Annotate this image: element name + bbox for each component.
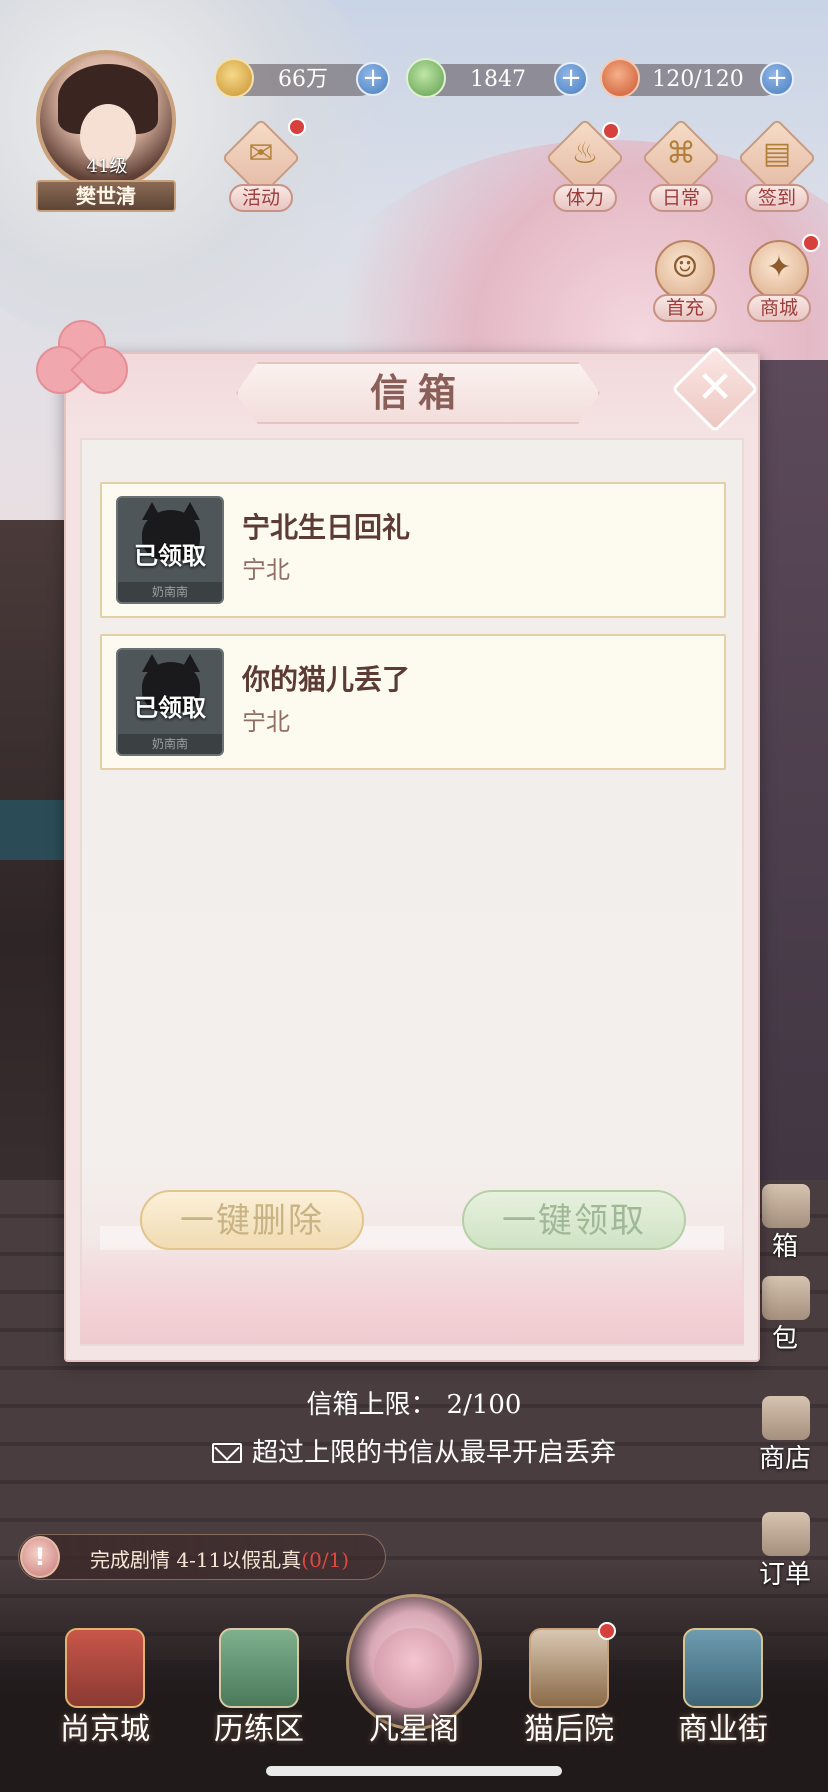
nav-star-pavilion[interactable]: 凡星阁 — [349, 1628, 479, 1758]
quest-progress: (0/1) — [301, 1548, 350, 1572]
lucky-cat-icon: ☺ — [671, 250, 699, 285]
mail-item[interactable]: 已领取 奶南南 宁北生日回礼 宁北 — [100, 482, 726, 618]
claimed-status: 已领取 — [134, 541, 206, 570]
envelope-icon — [211, 1443, 242, 1463]
mall-button[interactable]: ✦ 商城 — [738, 234, 820, 326]
side-orders-button[interactable]: 订单 — [742, 1512, 828, 1592]
sakura-tree-icon — [374, 1628, 454, 1708]
mailbox-title: 信箱 — [369, 370, 466, 415]
thumb-tag: 奶南南 — [118, 582, 222, 602]
nav-label: 猫后院 — [524, 1712, 614, 1747]
limit-value: 2/100 — [446, 1390, 522, 1420]
paw-coin-value: 66万 — [278, 67, 328, 92]
player-name: 樊世清 — [36, 180, 176, 212]
bag-icon — [762, 1276, 810, 1320]
palace-icon — [65, 1628, 145, 1708]
mountain-icon — [219, 1628, 299, 1708]
add-stamina-button[interactable]: + — [760, 62, 794, 96]
nav-market-street[interactable]: 商业街 — [658, 1628, 788, 1758]
mail-title: 你的猫儿丢了 — [242, 663, 411, 696]
notification-dot — [602, 122, 620, 140]
mail-item[interactable]: 已领取 奶南南 你的猫儿丢了 宁北 — [100, 634, 726, 770]
nav-label: 商业街 — [678, 1712, 768, 1747]
jade-icon — [406, 58, 446, 98]
mail-attachment-thumbnail: 已领取 奶南南 — [116, 648, 224, 756]
limit-label: 信箱上限： — [306, 1390, 437, 1420]
add-coins-button[interactable]: + — [356, 62, 390, 96]
flower-ornament-icon — [26, 310, 138, 410]
mall-label: 商城 — [747, 294, 811, 322]
currency-jade: 1847 + — [406, 58, 588, 98]
mail-attachment-thumbnail: 已领取 奶南南 — [116, 496, 224, 604]
gate-icon — [683, 1628, 763, 1708]
notification-dot — [288, 118, 306, 136]
checkin-button[interactable]: ▤ 签到 — [736, 118, 818, 212]
nav-label: 历练区 — [214, 1712, 304, 1747]
mailbox-limit: 信箱上限： 2/100 — [0, 1384, 828, 1421]
discard-note: 超过上限的书信从最早开启丢弃 — [0, 1432, 828, 1469]
scroll-gift-icon: ✉ — [248, 136, 274, 171]
stamina-button[interactable]: ♨ 体力 — [544, 118, 626, 212]
nav-label: 尚京城 — [60, 1712, 150, 1747]
daily-label: 日常 — [649, 184, 713, 212]
quest-description: 完成剧情 4-11以假乱真 — [90, 1548, 302, 1572]
daily-button[interactable]: ⌘ 日常 — [640, 118, 722, 212]
activity-button[interactable]: ✉ 活动 — [220, 118, 306, 212]
mail-sender: 宁北 — [242, 556, 290, 584]
building-right — [760, 360, 828, 1260]
nav-training[interactable]: 历练区 — [194, 1628, 324, 1758]
discard-note-text: 超过上限的书信从最早开启丢弃 — [251, 1438, 616, 1468]
currency-paw-coins: 66万 + — [214, 58, 390, 98]
stamina-value: 120/120 — [652, 67, 744, 92]
first-charge-button[interactable]: ☺ 首充 — [644, 240, 726, 326]
nav-cat-yard[interactable]: 猫后院 — [504, 1622, 634, 1758]
add-jade-button[interactable]: + — [554, 62, 588, 96]
home-indicator[interactable] — [266, 1766, 562, 1776]
panel-decoration — [80, 1240, 744, 1344]
compass-icon: ✦ — [766, 250, 792, 285]
activity-label: 活动 — [229, 184, 293, 212]
alert-icon: ! — [20, 1536, 60, 1578]
first-charge-label: 首充 — [653, 294, 717, 322]
orders-icon — [762, 1512, 810, 1556]
claimed-status: 已领取 — [134, 693, 206, 722]
thumb-tag: 奶南南 — [118, 734, 222, 754]
mail-sender: 宁北 — [242, 708, 290, 736]
stamina-label: 体力 — [553, 184, 617, 212]
nav-capital-city[interactable]: 尚京城 — [40, 1628, 170, 1758]
claim-all-button[interactable]: 一键领取 — [462, 1190, 686, 1250]
notification-dot — [598, 1622, 616, 1640]
scroll-icon: ⌘ — [666, 136, 696, 171]
currency-stamina: 120/120 + — [600, 58, 794, 98]
stamina-food-icon — [600, 58, 640, 98]
paw-coin-icon — [214, 58, 254, 98]
calendar-icon: ▤ — [762, 136, 792, 171]
checkin-label: 签到 — [745, 184, 809, 212]
delete-all-button[interactable]: 一键删除 — [140, 1190, 364, 1250]
mail-title: 宁北生日回礼 — [242, 511, 411, 544]
cat-basket-icon — [529, 1628, 609, 1708]
player-level: 41级 — [86, 156, 128, 177]
nav-label: 凡星阁 — [369, 1712, 459, 1747]
mailbox-icon — [762, 1184, 810, 1228]
notification-dot — [802, 234, 820, 252]
jade-value: 1847 — [470, 67, 526, 92]
steamer-bun-icon: ♨ — [571, 136, 599, 171]
close-icon[interactable]: ✕ — [684, 358, 746, 420]
side-orders-label: 订单 — [758, 1560, 811, 1590]
quest-text[interactable]: 完成剧情 4-11以假乱真(0/1) — [90, 1544, 349, 1573]
